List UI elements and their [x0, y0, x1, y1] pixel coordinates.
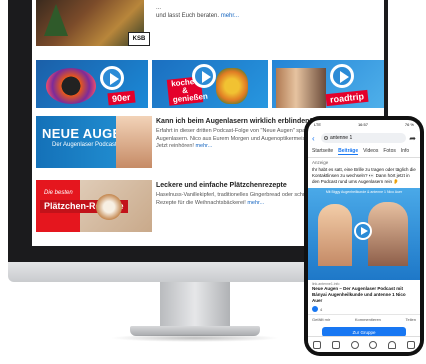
status-bar: LTE 16:57 76 %	[308, 120, 420, 130]
article-body-tail: Jetzt reinhören!	[156, 143, 194, 149]
monitor-stand	[160, 282, 230, 330]
back-arrow-icon[interactable]: ‹	[312, 134, 318, 143]
network-indicator: LTE	[314, 122, 322, 127]
play-icon[interactable]	[330, 64, 354, 88]
host-photo-right	[368, 202, 408, 266]
ad-label: Anzeige	[312, 160, 329, 165]
ksb-logo: KSB	[128, 32, 150, 46]
groups-icon[interactable]	[369, 340, 378, 349]
cookies-thumbnail[interactable]: Die besten Plätzchen-Rezepte	[36, 180, 152, 232]
like-button[interactable]: Gefällt mir	[312, 317, 330, 322]
search-input[interactable]: antenne 1	[321, 133, 407, 143]
play-icon[interactable]	[192, 64, 216, 88]
post-image[interactable]: Mit Biggy Augenheilkunde & antenne 1 Nic…	[308, 188, 420, 280]
home-icon[interactable]	[313, 340, 322, 349]
image-caption: Mit Biggy Augenheilkunde & antenne 1 Nic…	[325, 190, 403, 194]
play-icon[interactable]	[354, 222, 372, 240]
neue-augen-subtitle: Der Augenlaser Podcast	[52, 142, 117, 148]
play-icon[interactable]	[100, 66, 124, 90]
share-icon[interactable]: ➦	[409, 134, 416, 143]
vinyl-icon	[46, 68, 96, 104]
top-article-text: ... und lasst Euch beraten. mehr...	[156, 4, 380, 20]
post-actions: Gefällt mir Kommentieren Teilen	[308, 314, 420, 324]
facebook-screen: LTE 16:57 76 % ‹ antenne 1 ➦ Startseite …	[308, 120, 420, 352]
top-article: KSB ... und lasst Euch beraten. mehr...	[32, 0, 384, 52]
top-article-line1: ...	[156, 5, 162, 11]
neue-augen-thumbnail[interactable]: NEUE AUGEN Der Augenlaser Podcast	[36, 116, 152, 168]
podcast-hosts-photo	[116, 116, 152, 168]
bottom-nav	[308, 336, 420, 352]
share-button[interactable]: Teilen	[406, 317, 416, 322]
tab-info[interactable]: Info	[401, 148, 409, 155]
reactions-row: 4	[308, 304, 420, 314]
cookie-icon	[96, 194, 122, 220]
reactions-count[interactable]: 4	[320, 307, 322, 312]
cookies-badge: Die besten	[44, 190, 73, 196]
top-article-more-link[interactable]: mehr...	[221, 13, 239, 19]
link-title[interactable]: Neue Augen – Der Augenlaser Podcast mit …	[308, 286, 420, 304]
article-more-link[interactable]: mehr...	[195, 143, 212, 149]
like-reaction-icon	[312, 306, 318, 312]
smartphone: LTE 16:57 76 % ‹ antenne 1 ➦ Startseite …	[304, 116, 424, 356]
profile-icon[interactable]	[350, 340, 359, 349]
page-tabs: Startseite Beiträge Videos Fotos Info	[308, 146, 420, 158]
clock: 16:57	[357, 122, 368, 127]
tree-icon	[44, 4, 68, 36]
tile-roadtrip-label: roadtrip	[325, 89, 369, 107]
post-text: Ihr habt es satt, eine Brille zu tragen …	[312, 167, 416, 184]
notifications-icon[interactable]	[387, 340, 396, 349]
podcast-tiles: 90er kochen & genießen roadtrip	[32, 60, 384, 110]
battery-level: 76 %	[404, 122, 414, 127]
tile-roadtrip[interactable]: roadtrip	[272, 60, 384, 108]
tab-beitraege[interactable]: Beiträge	[338, 148, 359, 155]
monitor-shadow	[110, 334, 280, 342]
article-more-link[interactable]: mehr...	[247, 200, 264, 206]
tab-videos[interactable]: Videos	[363, 148, 378, 155]
comment-button[interactable]: Kommentieren	[355, 317, 381, 322]
host-photo-left	[318, 204, 352, 266]
tab-startseite[interactable]: Startseite	[312, 148, 333, 155]
feed-icon[interactable]	[331, 340, 340, 349]
top-article-line2: und lasst Euch beraten.	[156, 13, 220, 19]
roadtrip-photo	[276, 68, 326, 108]
search-query: antenne 1	[330, 135, 353, 141]
tile-90er[interactable]: 90er	[36, 60, 148, 108]
menu-icon[interactable]	[406, 340, 415, 349]
tile-kochen[interactable]: kochen & genießen	[152, 60, 268, 108]
search-bar: ‹ antenne 1 ➦	[312, 132, 416, 144]
dish-icon	[216, 68, 248, 104]
search-icon	[324, 136, 328, 140]
stage: KSB ... und lasst Euch beraten. mehr... …	[0, 0, 426, 364]
tile-90er-label: 90er	[107, 90, 136, 106]
tab-fotos[interactable]: Fotos	[383, 148, 396, 155]
